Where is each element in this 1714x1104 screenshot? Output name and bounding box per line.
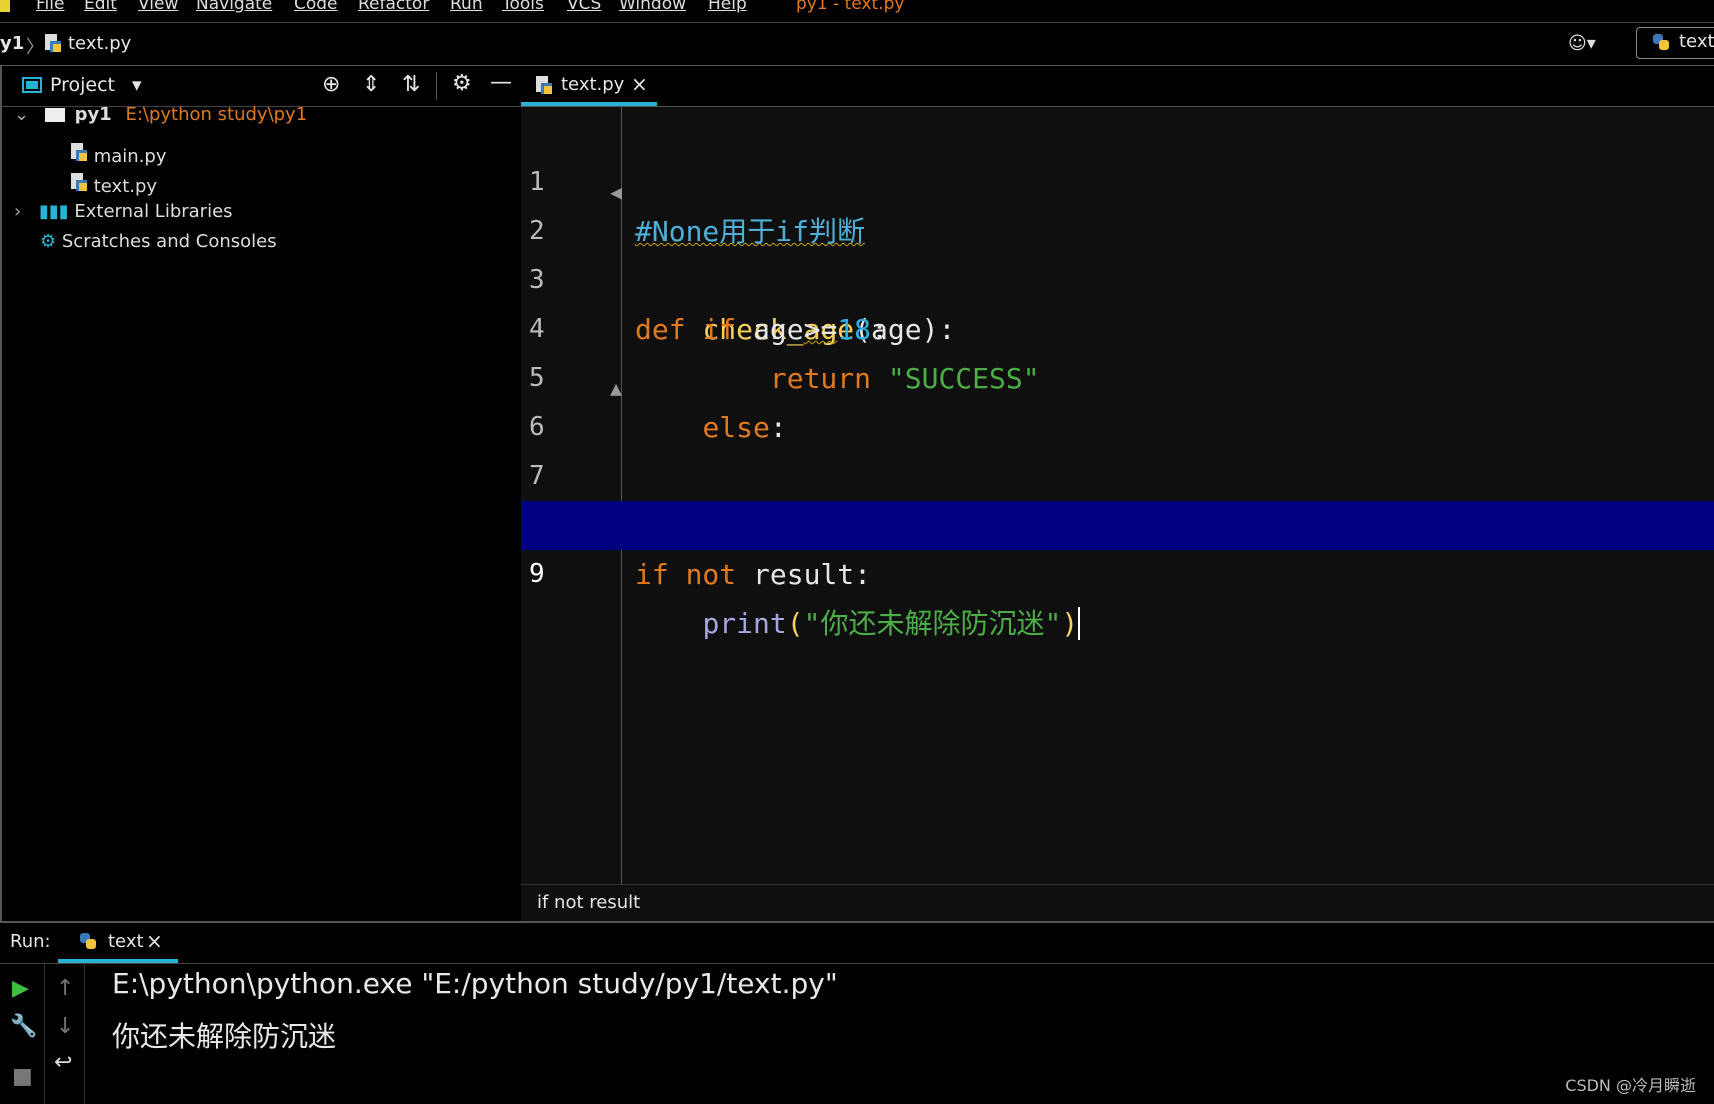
close-icon[interactable]: × — [631, 72, 648, 96]
menu-bar: File Edit View Navigate Code Refactor Ru… — [0, 0, 1714, 23]
console-toolbar: ↑ ↓ ↩ — [44, 964, 85, 1104]
run-panel-header: Run: text × — [0, 923, 1714, 964]
tree-item-scratches[interactable]: ⚙ Scratches and Consoles — [40, 231, 277, 252]
menu-tools[interactable]: Tools — [502, 0, 544, 14]
project-view-icon — [22, 75, 42, 100]
tree-item-text-py[interactable]: text.py — [70, 172, 157, 197]
project-panel-title[interactable]: Project — [50, 74, 115, 96]
arrow-up-icon[interactable]: ↑ — [56, 976, 74, 1001]
project-panel-header: Project ▾ ⊕ ⇕ ⇅ ⚙ — — [2, 66, 522, 107]
root-path: E:\python study\py1 — [125, 104, 308, 125]
folder-icon — [44, 108, 65, 122]
scratches-label: Scratches and Consoles — [61, 231, 277, 252]
run-panel: Run: text × ▶ 🔧 ■ ↑ ↓ ↩ E:\python\python… — [0, 921, 1714, 1104]
navigation-bar: y1 〉 text.py ☺▾ text — [0, 23, 1714, 66]
external-libraries-label: External Libraries — [74, 201, 233, 222]
python-icon — [78, 931, 98, 956]
menu-window[interactable]: Window — [619, 0, 686, 14]
line-number: 9 — [529, 559, 545, 589]
python-icon — [1651, 32, 1671, 57]
menu-edit[interactable]: Edit — [84, 0, 117, 14]
gear-icon[interactable]: ⚙ — [452, 71, 472, 96]
chevron-right-icon: › — [14, 201, 22, 222]
nav-project[interactable]: y1 — [0, 33, 24, 54]
python-file-icon — [70, 143, 88, 167]
close-icon[interactable]: × — [146, 929, 163, 953]
run-toolbar: ▶ 🔧 ■ — [0, 964, 45, 1104]
collapse-all-icon[interactable]: ⇅ — [402, 72, 420, 97]
library-icon: ▮▮▮ — [38, 201, 69, 222]
menu-vcs[interactable]: VCS — [567, 0, 601, 14]
code-line-8[interactable]: 8 if not result: — [521, 452, 1714, 591]
console-command-line: E:\python\python.exe "E:/python study/py… — [112, 967, 838, 1000]
menu-run[interactable]: Run — [450, 0, 483, 14]
expand-all-icon[interactable]: ⇕ — [362, 72, 380, 97]
code-line-2[interactable]: 2 ◀ def check_age(age): — [521, 158, 1714, 346]
run-tab-text[interactable]: text × — [58, 923, 178, 963]
console-output-line: 你还未解除防沉迷 — [112, 1020, 337, 1053]
menu-file[interactable]: File — [36, 0, 64, 14]
chevron-right-icon: 〉 — [26, 37, 44, 58]
run-icon[interactable]: ▶ — [12, 976, 29, 1001]
dropdown-icon[interactable]: ▾ — [132, 74, 142, 96]
menu-help[interactable]: Help — [708, 0, 747, 14]
tree-item-external-libraries[interactable]: › ▮▮▮ External Libraries — [14, 201, 233, 222]
run-tab-label: text — [108, 931, 144, 952]
code-text: print("你还未解除防沉迷") — [635, 599, 1098, 648]
run-label: Run: — [10, 931, 51, 952]
arrow-down-icon[interactable]: ↓ — [56, 1014, 74, 1039]
code-line-4[interactable]: 4 return "SUCCESS" — [521, 256, 1714, 395]
breadcrumb-item[interactable]: if not result — [537, 892, 640, 913]
header-divider — [436, 72, 437, 100]
watermark: CSDN @冷月瞬逝 — [1565, 1076, 1696, 1095]
code-text: if not result: — [635, 558, 872, 591]
editor-breadcrumb: if not result — [521, 884, 1714, 921]
editor-tab-bar: text.py × — [521, 66, 1714, 107]
menu-navigate[interactable]: Navigate — [196, 0, 272, 14]
nav-file[interactable]: text.py — [68, 33, 131, 54]
menu-refactor[interactable]: Refactor — [358, 0, 429, 14]
code-line-1[interactable]: 1 #None用于if判断 — [521, 109, 1714, 248]
menu-view[interactable]: View — [138, 0, 178, 14]
run-config-label: text — [1679, 31, 1714, 52]
file-name: main.py — [93, 146, 167, 167]
code-line-7[interactable]: 7 result=check_age(17) — [521, 403, 1714, 542]
code-editor[interactable]: text.py × 1 #None用于if判断 2 ◀ def check_ag… — [521, 66, 1714, 921]
user-icon[interactable]: ☺▾ — [1568, 33, 1596, 54]
root-name: py1 — [74, 104, 112, 125]
run-configuration-selector[interactable]: text — [1636, 27, 1714, 59]
python-file-icon — [44, 33, 62, 58]
soft-wrap-icon[interactable]: ↩ — [54, 1050, 72, 1075]
code-line-3[interactable]: 3 if age>=18: — [521, 207, 1714, 346]
project-panel: Project ▾ ⊕ ⇕ ⇅ ⚙ — ⌄ py1 E:\python stud… — [0, 66, 523, 921]
scratches-icon: ⚙ — [40, 231, 57, 252]
tree-item-main-py[interactable]: main.py — [70, 142, 167, 167]
editor-tab-text-py[interactable]: text.py × — [521, 66, 657, 106]
window-title: py1 - text.py — [796, 0, 905, 14]
locate-icon[interactable]: ⊕ — [322, 72, 340, 97]
menu-code[interactable]: Code — [294, 0, 338, 14]
code-line-9-current[interactable]: 9 print("你还未解除防沉迷") — [521, 501, 1714, 640]
wrench-icon[interactable]: 🔧 — [10, 1014, 37, 1039]
tab-label: text.py — [561, 74, 625, 95]
python-file-icon — [70, 173, 88, 197]
code-line-5[interactable]: 5 else: — [521, 305, 1714, 444]
file-name: text.py — [93, 176, 158, 197]
stop-icon[interactable]: ■ — [12, 1064, 33, 1089]
python-file-icon — [535, 75, 553, 100]
app-logo-icon — [0, 0, 10, 12]
minimize-icon[interactable]: — — [490, 70, 512, 95]
chevron-down-icon: ⌄ — [14, 104, 30, 125]
code-line-6[interactable]: 6 ▲ return None — [521, 354, 1714, 542]
tree-item-py1[interactable]: ⌄ py1 E:\python study\py1 — [14, 104, 307, 125]
